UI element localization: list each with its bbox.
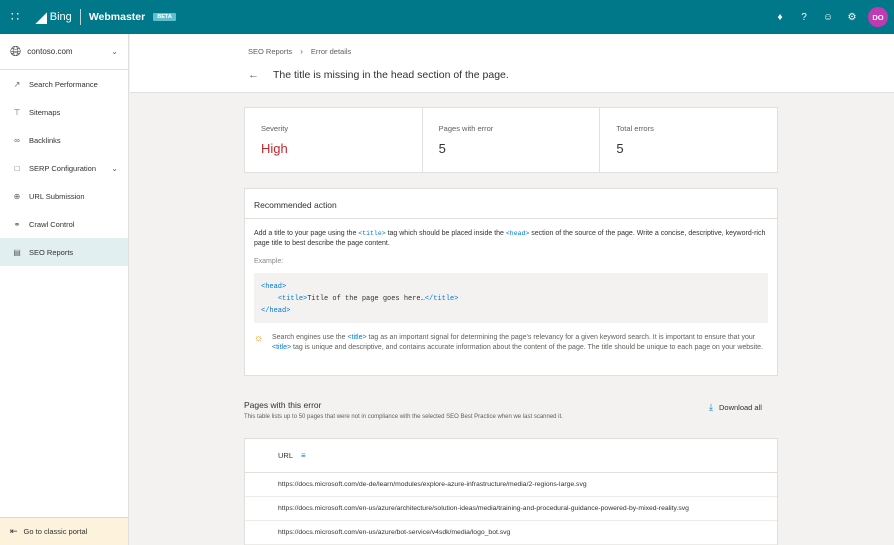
sidebar-item-label: Sitemaps	[29, 107, 61, 117]
text-segment: Search engines use the	[272, 334, 346, 341]
code-text: Title of the page goes here…	[307, 295, 425, 303]
recommended-action-body: Add a title to your page using the <titl…	[245, 219, 777, 353]
link-icon: ∞	[14, 135, 20, 145]
table-row[interactable]: https://docs.microsoft.com/en-us/azure/b…	[245, 521, 777, 545]
trend-icon: ↗	[13, 79, 21, 89]
sidebar-item-label: Backlinks	[29, 135, 61, 145]
sidebar-item-label: SERP Configuration	[29, 163, 96, 173]
brand-bing: Bing	[49, 11, 72, 23]
exit-icon: ⇤	[10, 526, 18, 536]
brand-product: Webmaster	[88, 11, 146, 23]
top-icons: ♦ ? ☺ ⚙ DO	[768, 0, 888, 34]
code-tag: <title>	[277, 295, 308, 303]
code-line: </head>	[261, 307, 291, 315]
page-header: SEO Reports › Error details ← The title …	[130, 34, 894, 93]
top-bar: ∷ ◢ Bing Webmaster BETA ♦ ? ☺ ⚙ DO	[0, 0, 894, 34]
tip-text: Search engines use the <title> tag as an…	[272, 333, 768, 353]
text-segment: tag which should be placed inside the	[387, 230, 504, 237]
table-row[interactable]: https://docs.microsoft.com/de-de/learn/m…	[245, 473, 777, 497]
stats-card: Severity High Pages with error 5 Total e…	[244, 107, 778, 173]
back-arrow-icon[interactable]: ←	[248, 69, 259, 81]
stat-value: 5	[438, 141, 446, 156]
code-line: <title>Title of the page goes here…</tit…	[261, 293, 761, 305]
report-icon: ▤	[13, 247, 21, 257]
bing-logo-icon: ◢	[36, 8, 47, 25]
code-line: <head>	[261, 283, 287, 291]
breadcrumb-seo-reports[interactable]: SEO Reports	[248, 47, 292, 56]
sidebar-item-label: Crawl Control	[29, 219, 75, 229]
pages-table: URL ≡ https://docs.microsoft.com/de-de/l…	[244, 438, 778, 545]
sitemap-icon: ⊤	[13, 107, 21, 117]
table-header: URL ≡	[245, 439, 777, 473]
sidebar-item-label: SEO Reports	[29, 247, 74, 257]
sidebar: 🌐︎ contoso.com ⌄ ↗ Search Performance ⊤ …	[0, 34, 129, 545]
sidebar-item-sitemaps[interactable]: ⊤ Sitemaps	[0, 98, 128, 126]
brand[interactable]: ◢ Bing Webmaster BETA	[36, 9, 176, 26]
sidebar-item-crawl-control[interactable]: ⚭ Crawl Control	[0, 210, 128, 238]
crawl-icon: ⚭	[13, 219, 21, 229]
sidebar-item-backlinks[interactable]: ∞ Backlinks	[0, 126, 128, 154]
breadcrumb: SEO Reports › Error details	[248, 47, 351, 56]
tip: ☼ Search engines use the <title> tag as …	[254, 333, 768, 353]
sidebar-item-search-performance[interactable]: ↗ Search Performance	[0, 70, 128, 98]
sidebar-item-serp-configuration[interactable]: □ SERP Configuration ⌄	[0, 154, 128, 182]
serp-icon: □	[14, 163, 20, 173]
pages-section-title: Pages with this error	[244, 400, 322, 410]
stat-total-errors: Total errors 5	[600, 108, 777, 172]
sidebar-item-seo-reports[interactable]: ▤ SEO Reports	[0, 238, 128, 266]
brand-divider	[79, 9, 81, 25]
sidebar-item-label: Search Performance	[29, 79, 98, 89]
text-segment: Add a title to your page using the	[254, 230, 357, 237]
site-name: contoso.com	[27, 47, 73, 56]
tag-title: <title>	[347, 334, 367, 341]
stat-severity: Severity High	[245, 108, 423, 172]
title-row: ← The title is missing in the head secti…	[248, 69, 509, 81]
download-all-label: Download all	[718, 403, 762, 412]
tag-title: <title>	[358, 230, 386, 237]
download-all-button[interactable]: ⤓ Download all	[709, 402, 762, 413]
text-segment: tag is unique and descriptive, and conta…	[293, 344, 763, 351]
smiley-icon[interactable]: ☺	[816, 12, 840, 23]
tag-title: <title>	[272, 344, 292, 351]
chevron-right-icon: ›	[300, 47, 303, 56]
stat-label: Total errors	[616, 124, 654, 133]
avatar[interactable]: DO	[868, 7, 888, 27]
classic-portal-label: Go to classic portal	[23, 527, 88, 536]
stat-label: Severity	[261, 124, 289, 133]
column-header-url[interactable]: URL	[278, 451, 293, 460]
pages-section-subtitle: This table lists up to 50 pages that wer…	[244, 414, 563, 420]
chevron-down-icon: ⌄	[111, 163, 118, 173]
stat-value: High	[261, 141, 288, 156]
code-tag: </title>	[424, 295, 459, 303]
recommended-action-title: Recommended action	[245, 189, 777, 219]
classic-portal-link[interactable]: ⇤ Go to classic portal	[0, 517, 128, 545]
globe-icon: ⊕	[13, 191, 21, 201]
recommended-action-text: Add a title to your page using the <titl…	[254, 229, 768, 249]
tag-head: <head>	[505, 230, 530, 237]
stat-value: 5	[616, 141, 624, 156]
code-example: <head> <title>Title of the page goes her…	[254, 273, 768, 323]
filter-icon[interactable]: ≡	[301, 451, 306, 460]
download-icon: ⤓	[709, 402, 713, 412]
stat-pages-with-error: Pages with error 5	[423, 108, 601, 172]
table-row[interactable]: https://docs.microsoft.com/en-us/azure/a…	[245, 497, 777, 521]
sidebar-item-url-submission[interactable]: ⊕ URL Submission	[0, 182, 128, 210]
stat-label: Pages with error	[438, 124, 494, 133]
page-title: The title is missing in the head section…	[273, 69, 509, 81]
gear-icon[interactable]: ⚙	[840, 12, 864, 23]
sidebar-item-label: URL Submission	[29, 191, 85, 201]
app-launcher-icon[interactable]: ∷	[0, 0, 30, 34]
site-picker[interactable]: 🌐︎ contoso.com ⌄	[0, 34, 128, 70]
lightbulb-icon: ☼	[254, 333, 264, 344]
globe-icon: 🌐︎	[10, 43, 22, 59]
help-icon[interactable]: ?	[792, 12, 816, 23]
example-label: Example:	[254, 258, 284, 265]
recommended-action-card: Recommended action Add a title to your p…	[244, 188, 778, 376]
chevron-down-icon: ⌄	[111, 47, 118, 56]
bell-icon[interactable]: ♦	[768, 12, 792, 23]
text-segment: tag as an important signal for determini…	[368, 334, 756, 341]
beta-badge: BETA	[153, 13, 176, 21]
breadcrumb-current: Error details	[310, 47, 352, 56]
